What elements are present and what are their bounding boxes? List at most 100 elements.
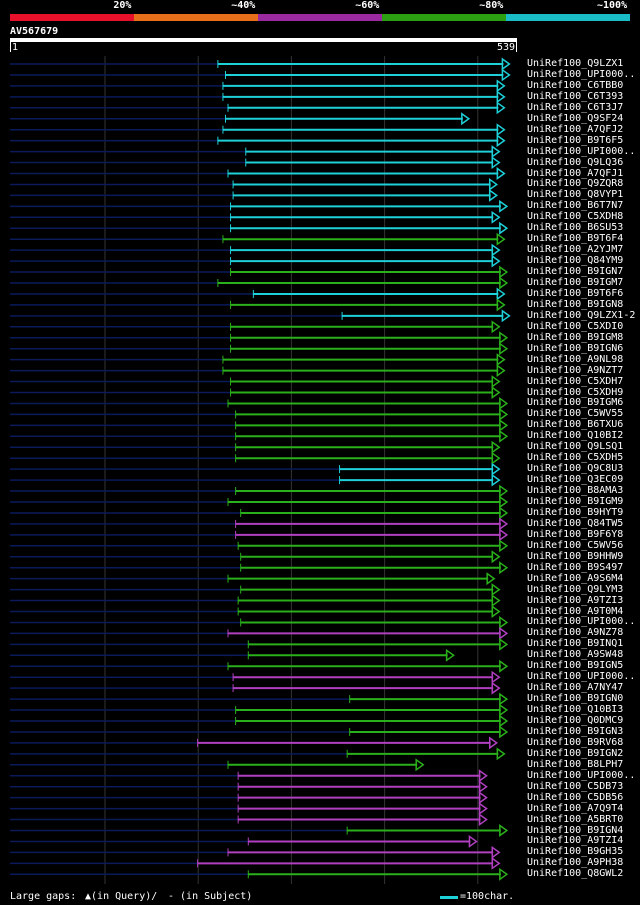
hit-label[interactable]: UniRef100_Q10BI3: [527, 704, 623, 715]
hit-label[interactable]: UniRef100_Q9LSQ1: [527, 441, 623, 452]
hit-label[interactable]: UniRef100_Q9LYM3: [527, 584, 623, 595]
hit-label[interactable]: UniRef100_B6SU53: [527, 222, 623, 233]
hit-label[interactable]: UniRef100_A9NZ78: [527, 627, 623, 638]
hit-end-arrow: [496, 353, 506, 367]
legend-segment: [258, 14, 382, 21]
hit-label[interactable]: UniRef100_B8AMA3: [527, 485, 623, 496]
hit-label[interactable]: UniRef100_Q84YM9: [527, 255, 623, 266]
hit-label[interactable]: UniRef100_B9IGN0: [527, 693, 623, 704]
legend-segment: [506, 14, 630, 21]
hit-label[interactable]: UniRef100_C6TBB0: [527, 80, 623, 91]
hit-label[interactable]: UniRef100_B9T6F5: [527, 135, 623, 146]
hit-label[interactable]: UniRef100_B9GH35: [527, 846, 623, 857]
hit-end-arrow: [499, 867, 509, 881]
hit-label[interactable]: UniRef100_B9INQ1: [527, 638, 623, 649]
hit-label[interactable]: UniRef100_A9TZI3: [527, 595, 623, 606]
hit-label[interactable]: UniRef100_A5BRT0: [527, 814, 623, 825]
hit-end-arrow: [491, 670, 501, 684]
hit-end-arrow: [499, 517, 509, 531]
hit-label[interactable]: UniRef100_Q9ZQR8: [527, 178, 623, 189]
hit-label[interactable]: UniRef100_B9T6F4: [527, 233, 623, 244]
hit-label[interactable]: UniRef100_C5WV56: [527, 540, 623, 551]
hit-label[interactable]: UniRef100_Q9LQ36: [527, 157, 623, 168]
scale-bar: [440, 896, 458, 899]
hit-label[interactable]: UniRef100_B9IGM8: [527, 332, 623, 343]
hit-label[interactable]: UniRef100_UPI000..: [527, 671, 635, 682]
hit-label[interactable]: UniRef100_A9PH38: [527, 857, 623, 868]
hit-end-arrow: [499, 331, 509, 345]
hit-label[interactable]: UniRef100_B9IGM6: [527, 397, 623, 408]
hit-label[interactable]: UniRef100_UPI000..: [527, 770, 635, 781]
hit-label[interactable]: UniRef100_C5XDH7: [527, 376, 623, 387]
query-bar: [10, 38, 517, 42]
hit-label[interactable]: UniRef100_B9IGN2: [527, 748, 623, 759]
hit-label[interactable]: UniRef100_B9T6F6: [527, 288, 623, 299]
hit-label[interactable]: UniRef100_A9TZI4: [527, 835, 623, 846]
hit-label[interactable]: UniRef100_UPI000..: [527, 616, 635, 627]
hit-label[interactable]: UniRef100_B8LPH7: [527, 759, 623, 770]
hit-label[interactable]: UniRef100_A9S6M4: [527, 573, 623, 584]
hit-label[interactable]: UniRef100_Q9SF24: [527, 113, 623, 124]
hit-label[interactable]: UniRef100_B9IGN7: [527, 266, 623, 277]
hit-label[interactable]: UniRef100_C5XDH9: [527, 387, 623, 398]
hit-label[interactable]: UniRef100_B9HHW9: [527, 551, 623, 562]
hit-label[interactable]: UniRef100_Q9LZX1: [527, 58, 623, 69]
hit-label[interactable]: UniRef100_B9IGN5: [527, 660, 623, 671]
hit-end-arrow: [491, 473, 501, 487]
hit-end-arrow: [491, 856, 501, 870]
hit-label[interactable]: UniRef100_B9F6Y8: [527, 529, 623, 540]
query-start-tick: [10, 42, 11, 52]
hit-label[interactable]: UniRef100_Q3EC09: [527, 474, 623, 485]
hit-end-arrow: [491, 451, 501, 465]
hit-label[interactable]: UniRef100_B6TXU6: [527, 419, 623, 430]
hit-label[interactable]: UniRef100_B9IGN8: [527, 299, 623, 310]
hit-label[interactable]: UniRef100_Q8VYP1: [527, 189, 623, 200]
hit-label[interactable]: UniRef100_A9SW48: [527, 649, 623, 660]
hit-label[interactable]: UniRef100_Q0DMC9: [527, 715, 623, 726]
hit-label[interactable]: UniRef100_C5XDI0: [527, 321, 623, 332]
hit-end-arrow: [499, 714, 509, 728]
hit-label[interactable]: UniRef100_Q84TW5: [527, 518, 623, 529]
hit-label[interactable]: UniRef100_C5XDH5: [527, 452, 623, 463]
hit-label[interactable]: UniRef100_B9IGN4: [527, 825, 623, 836]
hit-end-arrow: [499, 342, 509, 356]
hit-label[interactable]: UniRef100_Q9LZX1-2: [527, 310, 635, 321]
hit-label[interactable]: UniRef100_B9IGN3: [527, 726, 623, 737]
hit-label[interactable]: UniRef100_A7QFJ2: [527, 124, 623, 135]
legend-segment: [134, 14, 258, 21]
hit-label[interactable]: UniRef100_Q8GWL2: [527, 868, 623, 879]
hit-label[interactable]: UniRef100_B9RV68: [527, 737, 623, 748]
hit-label[interactable]: UniRef100_A7QFJ1: [527, 168, 623, 179]
hit-label[interactable]: UniRef100_A2YJM7: [527, 244, 623, 255]
hit-label[interactable]: UniRef100_C6T3J7: [527, 102, 623, 113]
hit-label[interactable]: UniRef100_A7NY47: [527, 682, 623, 693]
hit-label[interactable]: UniRef100_A9NZT7: [527, 365, 623, 376]
hit-label[interactable]: UniRef100_B9S497: [527, 562, 623, 573]
hit-label[interactable]: UniRef100_C5XDH8: [527, 211, 623, 222]
hit-end-arrow: [496, 167, 506, 180]
hit-label[interactable]: UniRef100_C5DB56: [527, 792, 623, 803]
hit-label[interactable]: UniRef100_A9T0M4: [527, 606, 623, 617]
hit-end-arrow: [499, 615, 509, 629]
hit-label[interactable]: UniRef100_B9IGM7: [527, 277, 623, 288]
hit-label[interactable]: UniRef100_UPI000..: [527, 146, 635, 157]
hit-label[interactable]: UniRef100_Q9C8U3: [527, 463, 623, 474]
hit-label[interactable]: UniRef100_B9HYT9: [527, 507, 623, 518]
legend-segment: [382, 14, 506, 21]
hit-label[interactable]: UniRef100_B9IGM9: [527, 496, 623, 507]
hit-end-arrow: [496, 298, 506, 312]
hit-label[interactable]: UniRef100_Q10BI2: [527, 430, 623, 441]
hit-label[interactable]: UniRef100_B9IGN6: [527, 343, 623, 354]
hit-label[interactable]: UniRef100_A7Q9T4: [527, 803, 623, 814]
hit-label[interactable]: UniRef100_C5DB73: [527, 781, 623, 792]
hit-label[interactable]: UniRef100_UPI000..: [527, 69, 635, 80]
legend-label: ~60%: [355, 0, 380, 11]
hit-label[interactable]: UniRef100_B6T7N7: [527, 200, 623, 211]
hit-label[interactable]: UniRef100_C5WV55: [527, 408, 623, 419]
query-start: 1: [12, 42, 19, 53]
hit-label[interactable]: UniRef100_C6T393: [527, 91, 623, 102]
hit-end-arrow: [499, 429, 509, 443]
hit-label[interactable]: UniRef100_A9NL98: [527, 354, 623, 365]
legend-label: ~40%: [231, 0, 256, 11]
hit-end-arrow: [478, 780, 488, 794]
